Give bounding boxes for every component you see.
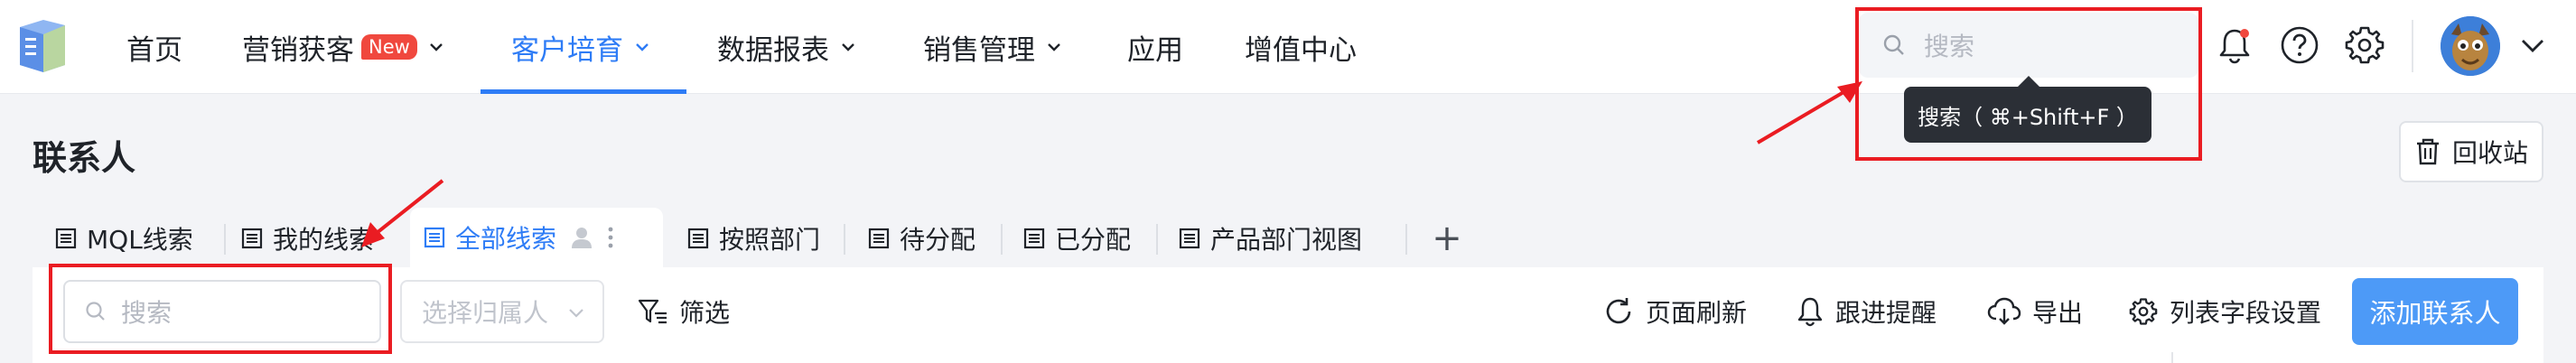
list-icon: [1023, 228, 1045, 249]
list-icon: [241, 228, 263, 249]
export-button[interactable]: 导出: [1987, 280, 2083, 343]
avatar[interactable]: [2441, 16, 2500, 76]
highlight-box-list-search: [49, 264, 392, 354]
new-badge: New: [361, 34, 417, 60]
avatar-image: [2441, 16, 2500, 76]
tab-pending-assign[interactable]: 待分配: [867, 211, 975, 265]
chevron-down-icon: [842, 43, 854, 51]
tab-product-dept-view[interactable]: 产品部门视图: [1178, 211, 1362, 265]
chevron-down-icon: [569, 309, 583, 318]
tab-label: 待分配: [900, 225, 976, 255]
nav-item-label: 首页: [126, 33, 182, 67]
nav-item-label: 增值中心: [1245, 33, 1357, 67]
page-title: 联系人: [33, 138, 136, 178]
export-label: 导出: [2032, 298, 2084, 328]
tab-separator: [1156, 224, 1158, 255]
nav-item-home[interactable]: 首页: [126, 0, 182, 94]
list-icon: [868, 228, 890, 249]
tab-mql-leads[interactable]: MQL线索: [54, 211, 193, 265]
highlight-box-top-search: [1855, 7, 2202, 161]
chevron-down-icon: [1048, 43, 1060, 51]
recycle-bin-button[interactable]: 回收站: [2399, 121, 2543, 182]
nav-item-value-center[interactable]: 增值中心: [1245, 0, 1357, 94]
tab-separator: [1405, 224, 1407, 255]
more-vertical-icon[interactable]: [607, 226, 614, 249]
refresh-label: 页面刷新: [1646, 298, 1748, 328]
column-divider: [2171, 352, 2173, 363]
nav-item-label: 营销获客: [242, 33, 354, 67]
nav-item-label: 数据报表: [717, 33, 829, 67]
tab-separator: [224, 224, 226, 255]
nav-item-apps[interactable]: 应用: [1127, 0, 1183, 94]
nav-item-reports[interactable]: 数据报表: [717, 0, 856, 94]
owner-select-placeholder: 选择归属人: [422, 298, 549, 328]
follow-up-reminder-label: 跟进提醒: [1835, 298, 1937, 328]
user-icon: [572, 228, 593, 248]
tab-separator: [844, 224, 845, 255]
refresh-button[interactable]: 页面刷新: [1602, 280, 1747, 343]
list-icon: [687, 228, 709, 249]
app-logo[interactable]: [16, 18, 69, 74]
nav-item-marketing[interactable]: 营销获客 New: [242, 0, 444, 94]
refresh-icon: [1606, 298, 1631, 324]
tab-separator: [1001, 224, 1003, 255]
column-settings-button[interactable]: 列表字段设置: [2128, 280, 2321, 343]
chevron-down-icon: [429, 43, 443, 51]
filter-button[interactable]: 筛选: [638, 280, 730, 343]
nav-item-sales[interactable]: 销售管理: [923, 0, 1062, 94]
add-contact-button[interactable]: 添加联系人: [2352, 278, 2518, 345]
filter-label: 筛选: [679, 298, 731, 328]
column-settings-label: 列表字段设置: [2170, 298, 2322, 328]
recycle-bin-label: 回收站: [2451, 138, 2528, 168]
nav-item-label: 应用: [1127, 33, 1183, 67]
follow-up-reminder-button[interactable]: 跟进提醒: [1796, 280, 1937, 343]
tab-label: 产品部门视图: [1210, 225, 1363, 255]
filter-icon: [638, 299, 667, 324]
list-icon: [1179, 228, 1200, 249]
nav-item-label: 销售管理: [923, 33, 1035, 67]
gear-icon[interactable]: [2343, 23, 2386, 67]
annotation-arrow-top: [1756, 81, 1862, 144]
add-view-button[interactable]: +: [1429, 217, 1465, 260]
help-icon[interactable]: [2278, 23, 2321, 67]
annotation-arrow-tabs: [361, 179, 444, 247]
active-nav-indicator: [481, 89, 686, 94]
bell-icon[interactable]: [2213, 23, 2256, 67]
header-divider: [2412, 20, 2413, 72]
list-icon: [55, 228, 77, 249]
tab-label: MQL线索: [87, 225, 193, 255]
chevron-down-icon: [636, 43, 649, 51]
cloud-download-icon: [1987, 297, 2021, 325]
gear-icon: [2129, 298, 2158, 325]
nav-item-nurture[interactable]: 客户培育: [511, 0, 650, 94]
tab-by-department[interactable]: 按照部门: [686, 211, 820, 265]
tab-label: 已分配: [1055, 225, 1132, 255]
tab-label: 按照部门: [719, 225, 821, 255]
chevron-down-icon[interactable]: [2516, 29, 2549, 61]
bell-icon: [1797, 297, 1823, 327]
trash-icon: [2416, 138, 2439, 165]
tab-assigned[interactable]: 已分配: [1022, 211, 1131, 265]
owner-select[interactable]: 选择归属人: [400, 280, 604, 343]
tab-label: 全部线索: [455, 224, 557, 254]
nav-item-label: 客户培育: [511, 33, 623, 67]
